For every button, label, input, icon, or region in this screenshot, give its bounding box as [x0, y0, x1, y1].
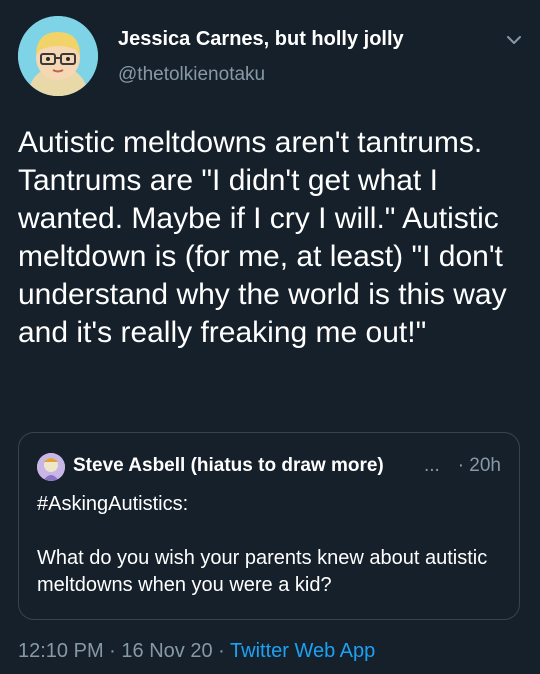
author-avatar[interactable]: [18, 16, 98, 96]
avatar-image: [18, 16, 98, 96]
author-name[interactable]: Jessica Carnes, but holly jolly: [118, 28, 404, 51]
tweet-source-link[interactable]: Twitter Web App: [230, 640, 375, 662]
tweet-time[interactable]: 12:10 PM: [18, 640, 104, 662]
author-handle[interactable]: @thetolkienotaku: [118, 64, 265, 86]
quoted-author-name[interactable]: Steve Asbell (hiatus to draw more): [73, 455, 385, 477]
quoted-tweet-time[interactable]: · 20h: [458, 455, 501, 477]
tweet-text: Autistic meltdowns aren't tantrums. Tant…: [18, 126, 507, 349]
chevron-down-icon[interactable]: [504, 30, 524, 50]
meta-separator: ·: [218, 640, 225, 662]
quoted-author-avatar[interactable]: [37, 453, 65, 481]
tweet-date[interactable]: 16 Nov 20: [121, 640, 212, 662]
meta-separator: ·: [109, 640, 116, 662]
quoted-tweet-card[interactable]: Steve Asbell (hiatus to draw more) ... ·…: [18, 432, 520, 620]
tweet-meta: 12:10 PM · 16 Nov 20 · Twitter Web App: [18, 640, 375, 663]
quoted-name-ellipsis: ...: [424, 455, 440, 476]
quoted-tweet-text: #AskingAutistics: What do you wish your …: [37, 493, 488, 596]
